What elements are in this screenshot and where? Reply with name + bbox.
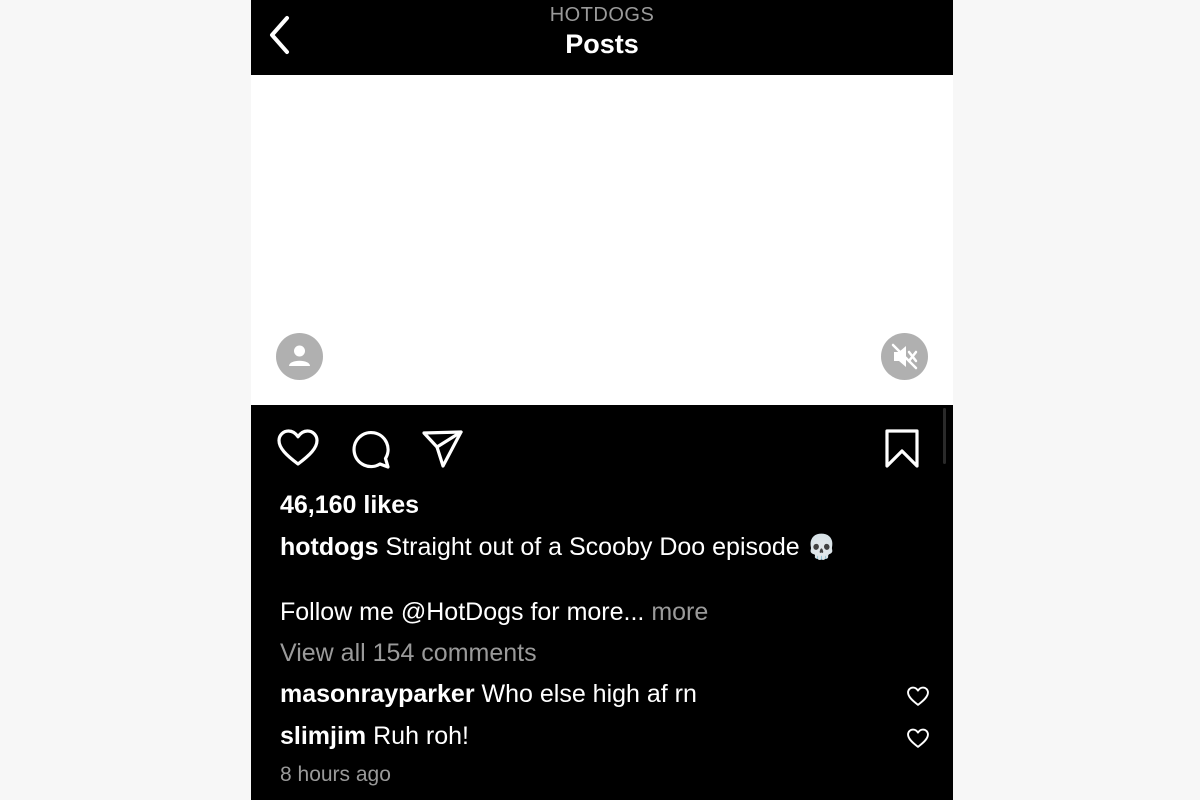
tagged-users-button[interactable] <box>276 333 323 380</box>
skull-emoji: 💀 <box>806 533 837 561</box>
post-caption: hotdogs Straight out of a Scooby Doo epi… <box>280 533 837 562</box>
like-count[interactable]: 46,160 likes <box>280 491 419 520</box>
comment-username[interactable]: slimjim <box>280 722 366 750</box>
account-name: HOTDOGS <box>549 4 655 26</box>
phone-screen: HOTDOGS Posts 46,160 likes hotdogs Strai… <box>251 0 953 800</box>
comment-like-button[interactable] <box>906 728 930 750</box>
heart-icon <box>907 728 929 748</box>
more-link[interactable]: more <box>651 598 708 626</box>
share-icon <box>422 430 463 468</box>
speaker-muted-icon <box>891 343 918 370</box>
share-button[interactable] <box>421 428 465 470</box>
comment-row: masonrayparker Who else high af rn <box>280 680 697 709</box>
comment-row: slimjim Ruh roh! <box>280 722 469 751</box>
comment-text: Ruh roh! <box>373 722 469 750</box>
post-media[interactable] <box>251 75 953 405</box>
view-all-comments-link[interactable]: View all 154 comments <box>280 639 537 668</box>
heart-icon <box>907 686 929 706</box>
save-button[interactable] <box>881 428 925 470</box>
follow-text: Follow me @HotDogs for more... <box>280 598 645 626</box>
caption-text: Straight out of a Scooby Doo episode <box>385 533 800 561</box>
user-icon <box>289 345 310 366</box>
post-timestamp: 8 hours ago <box>280 763 391 786</box>
bookmark-icon <box>885 429 919 468</box>
page-title: Posts <box>565 29 639 59</box>
comment-icon <box>352 431 390 469</box>
comment-text: Who else high af rn <box>481 680 697 708</box>
caption-username[interactable]: hotdogs <box>280 533 379 561</box>
scrollbar[interactable] <box>943 408 946 464</box>
caption-continuation: Follow me @HotDogs for more... more <box>280 598 708 627</box>
comment-like-button[interactable] <box>906 686 930 708</box>
comment-button[interactable] <box>349 428 393 470</box>
top-bar: HOTDOGS Posts <box>251 0 953 75</box>
like-button[interactable] <box>276 428 320 470</box>
heart-icon <box>277 429 319 466</box>
audio-toggle-button[interactable] <box>881 333 928 380</box>
comment-username[interactable]: masonrayparker <box>280 680 475 708</box>
